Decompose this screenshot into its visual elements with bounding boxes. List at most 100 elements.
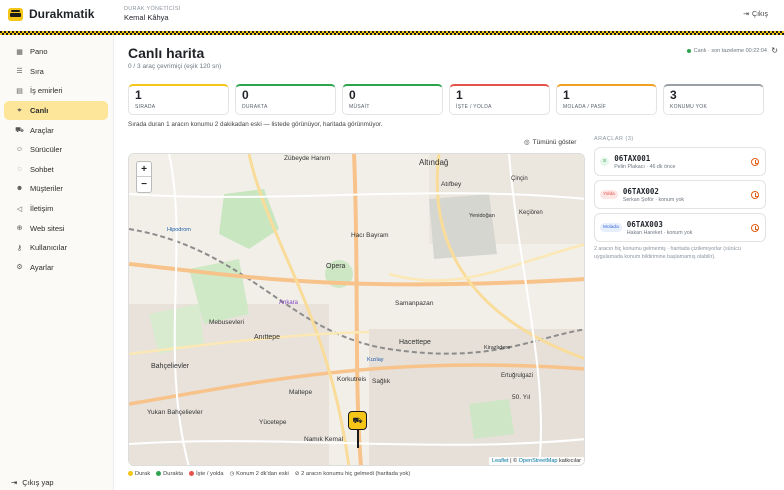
map-label-yenidogan: Yenidoğan: [469, 213, 495, 219]
stat-value: 1: [563, 88, 570, 102]
sidebar-item-label: İletişim: [30, 204, 54, 214]
stat-value: 3: [670, 88, 677, 102]
sidebar-item-kullanicilar[interactable]: ⚷ Kullanıcılar: [4, 238, 108, 258]
sidebar-nav: ▦ Pano ☰ Sıra ▤ İş emirleri ⌖ Canlı ⛟ Araçlar…: [0, 35, 113, 277]
vehicle-list-header: ARAÇLAR (3): [594, 136, 634, 142]
logout-button[interactable]: ⇥ Çıkış: [743, 10, 768, 19]
live-status: Canlı · son tazeleme 00:22:04: [686, 48, 767, 54]
sidebar-item-web-sitesi[interactable]: ⊕ Web sitesi: [4, 218, 108, 238]
sidebar-logout-label: Çıkış yap: [22, 478, 54, 487]
map-label-yucetepe: Yücetepe: [259, 419, 287, 426]
refresh-icon[interactable]: ↻: [771, 46, 778, 55]
vehicle-list: ARAÇLAR (3) S 06TAX001 Pelin Plakacı · 4…: [594, 136, 766, 261]
users-icon: ☺: [15, 146, 24, 154]
sidebar-item-sira[interactable]: ☰ Sıra: [4, 62, 108, 82]
globe-icon: ⊕: [16, 225, 23, 233]
sidebar-item-label: Canlı: [30, 106, 49, 116]
leaflet-link[interactable]: Leaflet: [492, 458, 509, 464]
legend-item: ⊘ 2 aracın konumu hiç gelmedi (haritada …: [295, 471, 410, 477]
legend-swatch: [128, 471, 133, 476]
attribution-suffix: katkıcılar: [558, 458, 581, 464]
vehicle-meta: Pelin Plakacı · 46 dk önce: [614, 163, 676, 170]
vehicle-info: 06TAX003 Hakan Hareket · konum yok: [627, 220, 693, 236]
vehicle-card[interactable]: Yolda 06TAX002 Serkan Şoför · konum yok: [594, 180, 766, 209]
stats-row: 1 SIRADA 0 DURAKTA 0 MÜSAİT 1 İŞTE / YOLDA 1…: [128, 84, 764, 115]
sidebar-item-pano[interactable]: ▦ Pano: [4, 42, 108, 62]
vehicle-status-badge: S: [600, 157, 610, 166]
checker-stripe: [0, 31, 784, 35]
map-label-altindag: Altındağ: [419, 158, 448, 167]
vehicle-card[interactable]: S 06TAX001 Pelin Plakacı · 46 dk önce: [594, 147, 766, 176]
map-attribution: Leaflet | © OpenStreetMap katkıcılar: [489, 457, 584, 465]
sidebar-item-label: İş emirleri: [30, 86, 63, 96]
map-label-hacibayram: Hacı Bayram: [351, 232, 389, 239]
sidebar-item-suruculer[interactable]: ☺ Sürücüler: [4, 140, 108, 160]
sidebar-item-sohbet[interactable]: ◌ Sohbet: [4, 160, 108, 180]
map-label-hacettepe: Hacettepe: [399, 339, 431, 346]
top-bar: Durakmatik DURAK YÖNETİCİSİ Kemal Kâhya …: [0, 0, 784, 31]
clock-icon: [751, 158, 759, 166]
map-label-ankara: Ankara: [279, 300, 299, 306]
vehicle-status-badge: Yolda: [600, 190, 618, 199]
legend-swatch: [156, 471, 162, 476]
stat-value: 1: [456, 88, 463, 102]
user-name: Kemal Kâhya: [124, 13, 169, 22]
map-label-opera: Opera: [326, 263, 346, 270]
stale-icon: ◷: [229, 471, 235, 477]
page-subtitle: 0 / 3 araç çevrimiçi (eşik 120 sn): [128, 63, 222, 70]
stat-card-iste-yolda: 1 İŞTE / YOLDA: [449, 84, 550, 115]
user-info: DURAK YÖNETİCİSİ Kemal Kâhya: [124, 6, 181, 22]
logout-label: Çıkış: [752, 10, 768, 18]
stale-location-notice: Sırada duran 1 aracın konumu 2 dakikadan…: [128, 121, 383, 128]
sidebar-item-label: Sohbet: [30, 164, 54, 174]
show-all-button[interactable]: ◎ Tümünü göster: [524, 138, 576, 147]
sidebar-logout-button[interactable]: ⇥ Çıkış yap: [11, 478, 54, 487]
logout-icon: ⇥: [743, 11, 750, 18]
stat-value: 0: [349, 88, 356, 102]
legend-item: İşte / yolda: [189, 471, 224, 477]
live-status-text: Canlı · son tazeleme 00:22:04: [693, 48, 767, 54]
map-label-anittepe: Anıttepe: [254, 334, 280, 341]
sidebar-item-iletisim[interactable]: ◁ İletişim: [4, 199, 108, 219]
legend-item: ◷ Konum 2 dk'dan eski: [230, 471, 289, 477]
sidebar-item-label: Pano: [30, 47, 48, 57]
zoom-out-button[interactable]: −: [137, 177, 151, 192]
taxi-icon: ⛟: [352, 415, 363, 425]
map-label-bahcelievler: Bahçelievler: [151, 363, 190, 370]
user-role: DURAK YÖNETİCİSİ: [124, 6, 181, 12]
sidebar-item-is-emirleri[interactable]: ▤ İş emirleri: [4, 81, 108, 101]
map-label-hipodrom: Hipodrom: [167, 227, 191, 233]
taxi-stand-marker[interactable]: ⛟: [348, 411, 367, 448]
zoom-in-button[interactable]: +: [137, 162, 151, 177]
live-dot-icon: [686, 49, 691, 53]
map-label-cincin: Çinçin: [511, 176, 528, 182]
sidebar-item-canli[interactable]: ⌖ Canlı: [4, 100, 108, 121]
live-map[interactable]: Altındağ Zübeyde Hanım Atıfbey Çinçin Ha…: [128, 153, 585, 466]
map-label-mebusevleri: Mebusevleri: [209, 319, 244, 326]
map-label-kecioren: Keçiören: [519, 210, 543, 216]
vehicle-card[interactable]: Molada 06TAX003 Hakan Hareket · konum yo…: [594, 213, 766, 242]
brand[interactable]: Durakmatik: [8, 7, 94, 21]
legend-label: Konum 2 dk'dan eski: [236, 471, 289, 477]
logout-icon: ⇥: [11, 478, 18, 487]
stat-value: 1: [135, 88, 142, 102]
sidebar-item-araclar[interactable]: ⛟ Araçlar: [4, 120, 108, 140]
sidebar-item-musteriler[interactable]: ☻ Müşteriler: [4, 179, 108, 199]
taxi-logo-icon: [8, 7, 23, 21]
stat-value: 0: [242, 88, 249, 102]
vehicle-plate: 06TAX001: [614, 153, 651, 163]
vehicle-status-badge: Molada: [600, 223, 622, 232]
map-label-zubeyde: Zübeyde Hanım: [284, 155, 330, 162]
sidebar-item-ayarlar[interactable]: ⚙ Ayarlar: [4, 258, 108, 278]
vehicle-meta: Hakan Hareket · konum yok: [626, 229, 693, 236]
megaphone-icon: ◁: [16, 205, 23, 213]
stat-card-konumu-yok: 3 KONUMU YOK: [663, 84, 764, 115]
map-label-saglik: Sağlık: [372, 378, 391, 385]
vehicle-info: 06TAX002 Serkan Şoför · konum yok: [623, 187, 684, 203]
stat-label: İŞTE / YOLDA: [456, 104, 492, 110]
osm-link[interactable]: OpenStreetMap: [519, 458, 558, 464]
gear-icon: ⚙: [16, 264, 23, 272]
brand-name: Durakmatik: [29, 7, 95, 21]
sidebar-item-label: Ayarlar: [30, 262, 54, 272]
stat-card-sirada: 1 SIRADA: [128, 84, 229, 115]
